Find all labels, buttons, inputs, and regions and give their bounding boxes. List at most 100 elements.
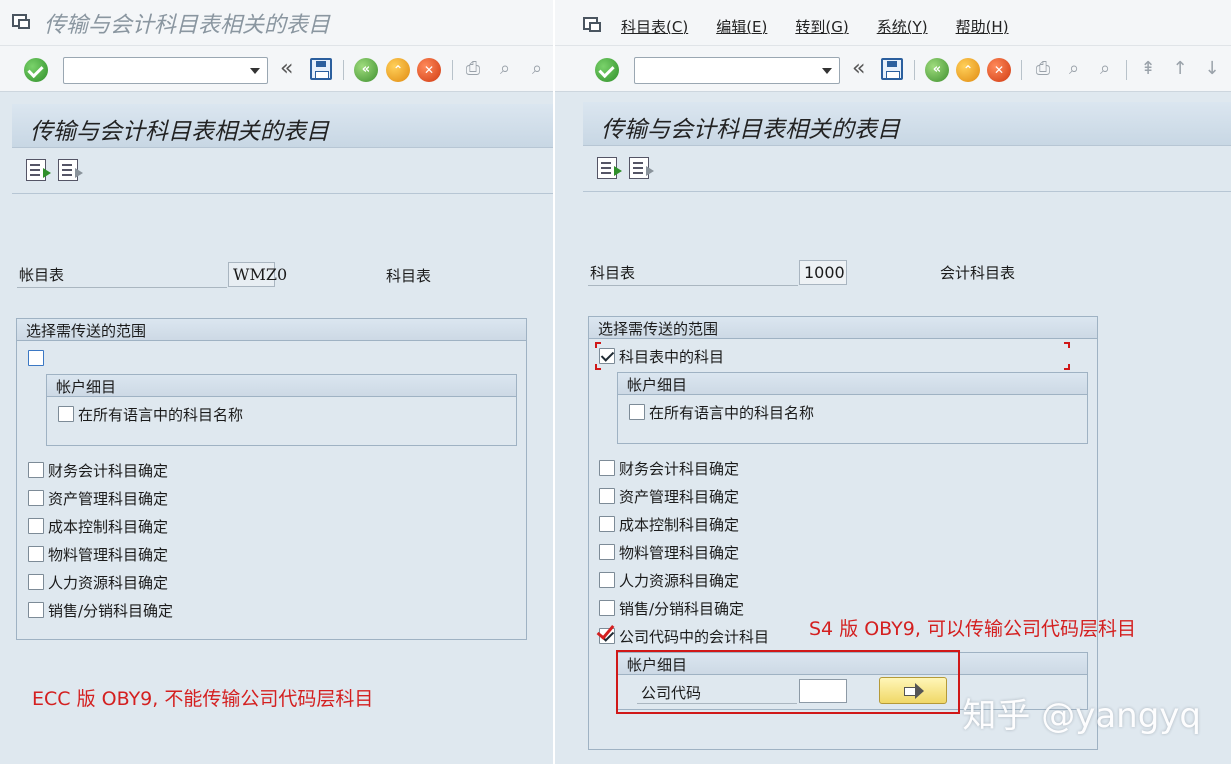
select-all-icon[interactable] [26,159,51,181]
mm-determination-label: 物料管理科目确定 [48,546,169,564]
hr-determination-label: 人力资源科目确定 [619,572,740,590]
command-field[interactable] [63,57,268,84]
toolbar-separator [1021,60,1022,80]
select-all-icon[interactable] [597,157,622,179]
ecc-annotation: ECC 版 OBY9, 不能传输公司代码层科目 [32,688,374,710]
print-icon[interactable]: ⎙ [1032,58,1054,80]
accounts-in-chart-checkbox[interactable] [28,350,44,366]
highlight-corner [1064,364,1070,370]
mm-determination-label: 物料管理科目确定 [619,544,740,562]
names-all-languages-checkbox[interactable] [629,404,645,420]
find-next-icon[interactable]: ⌕ [1094,58,1116,80]
sd-determination-checkbox[interactable] [599,600,615,616]
chevron-down-icon[interactable] [822,68,832,74]
first-page-icon[interactable]: ⇞ [1137,58,1159,80]
mm-determination-checkbox[interactable] [599,544,615,560]
window-icon[interactable] [583,15,605,35]
command-input[interactable] [639,59,809,82]
page-title: 传输与会计科目表相关的表目 [30,119,329,145]
chevron-down-icon[interactable] [250,68,260,74]
find-icon[interactable]: ⌕ [494,58,516,80]
co-determination-label: 成本控制科目确定 [48,518,169,536]
co-determination-checkbox[interactable] [28,518,44,534]
asset-determination-label: 资产管理科目确定 [48,490,169,508]
subgroup-title-text: 帐户细目 [56,378,117,396]
group-title-text: 选择需传送的范围 [598,320,719,338]
field-underline [17,287,227,288]
account-chart-description: 科目表 [386,267,432,285]
collapse-chevron-icon[interactable]: « [280,56,293,81]
asset-determination-checkbox[interactable] [599,488,615,504]
back-icon[interactable]: « [354,58,378,82]
fi-determination-checkbox[interactable] [599,460,615,476]
fi-determination-label: 财务会计科目确定 [619,460,740,478]
chart-value[interactable]: 1000 [799,260,847,285]
exit-icon[interactable]: ⌃ [956,58,980,82]
co-determination-checkbox[interactable] [599,516,615,532]
enter-icon[interactable] [595,58,619,82]
enter-icon[interactable] [24,58,48,82]
menu-goto[interactable]: 转到(G) [795,18,848,36]
asset-determination-checkbox[interactable] [28,490,44,506]
hr-determination-checkbox[interactable] [599,572,615,588]
names-all-languages-checkbox[interactable] [58,406,74,422]
menu-edit[interactable]: 编辑(E) [716,18,767,36]
find-next-icon[interactable]: ⌕ [526,58,548,80]
screen-header: 传输与会计科目表相关的表目 [12,104,553,148]
toolbar-separator [343,60,344,80]
field-underline [588,285,798,286]
back-icon[interactable]: « [925,58,949,82]
subgroup-title: 帐户细目 [618,373,1087,395]
highlight-box [616,650,960,714]
save-icon[interactable] [881,58,903,80]
fi-determination-checkbox[interactable] [28,462,44,478]
title-bar: 传输与会计科目表相关的表目 [0,0,553,46]
toolbar-separator [452,60,453,80]
accounts-in-chart-checkbox[interactable] [599,348,615,364]
hr-determination-checkbox[interactable] [28,574,44,590]
co-determination-label: 成本控制科目确定 [619,516,740,534]
menu-system[interactable]: 系统(Y) [877,18,928,36]
account-chart-value[interactable]: WMZ0 [228,262,287,287]
subgroup-title: 帐户细目 [47,375,516,397]
menu-items: 科目表(C) 编辑(E) 转到(G) 系统(Y) 帮助(H) [621,16,1037,37]
collapse-chevron-icon[interactable]: « [852,56,865,81]
application-toolbar [583,146,1231,192]
command-input[interactable] [68,59,238,82]
highlight-corner [595,364,601,370]
exit-icon[interactable]: ⌃ [386,58,410,82]
account-chart-label: 帐目表 [19,266,65,284]
application-toolbar [12,148,553,194]
company-code-accounts-label: 公司代码中的会计科目 [619,628,770,646]
toolbar-separator [914,60,915,80]
command-field[interactable] [634,57,840,84]
deselect-icon[interactable] [58,159,83,181]
cancel-icon[interactable]: ✕ [987,58,1011,82]
save-icon[interactable] [310,58,332,80]
sd-determination-checkbox[interactable] [28,602,44,618]
window-title: 传输与会计科目表相关的表目 [44,13,331,38]
window-icon[interactable] [12,12,34,32]
print-icon[interactable]: ⎙ [462,58,484,80]
group-title-text: 选择需传送的范围 [26,322,147,340]
s4-window: 科目表(C) 编辑(E) 转到(G) 系统(Y) 帮助(H) « « ⌃ ✕ ⎙ ⌕ ⌕… [555,0,1231,764]
mm-determination-checkbox[interactable] [28,546,44,562]
previous-page-icon[interactable]: ↑ [1169,58,1191,80]
next-page-icon[interactable]: ↓ [1201,58,1223,80]
screen-header: 传输与会计科目表相关的表目 [583,102,1231,146]
group-title: 选择需传送的范围 [17,319,526,341]
highlight-corner [1064,342,1070,348]
subgroup-title-text: 帐户细目 [627,376,688,394]
cancel-icon[interactable]: ✕ [417,58,441,82]
s4-annotation: S4 版 OBY9, 可以传输公司代码层科目 [809,618,1136,640]
chart-label: 科目表 [590,264,636,282]
names-all-languages-label: 在所有语言中的科目名称 [649,404,815,422]
deselect-icon[interactable] [629,157,654,179]
menu-chart-of-accounts[interactable]: 科目表(C) [621,18,688,36]
find-icon[interactable]: ⌕ [1063,58,1085,80]
menu-help[interactable]: 帮助(H) [956,18,1009,36]
sd-determination-label: 销售/分销科目确定 [48,602,174,620]
asset-determination-label: 资产管理科目确定 [619,488,740,506]
page-title: 传输与会计科目表相关的表目 [601,117,900,143]
fi-determination-label: 财务会计科目确定 [48,462,169,480]
